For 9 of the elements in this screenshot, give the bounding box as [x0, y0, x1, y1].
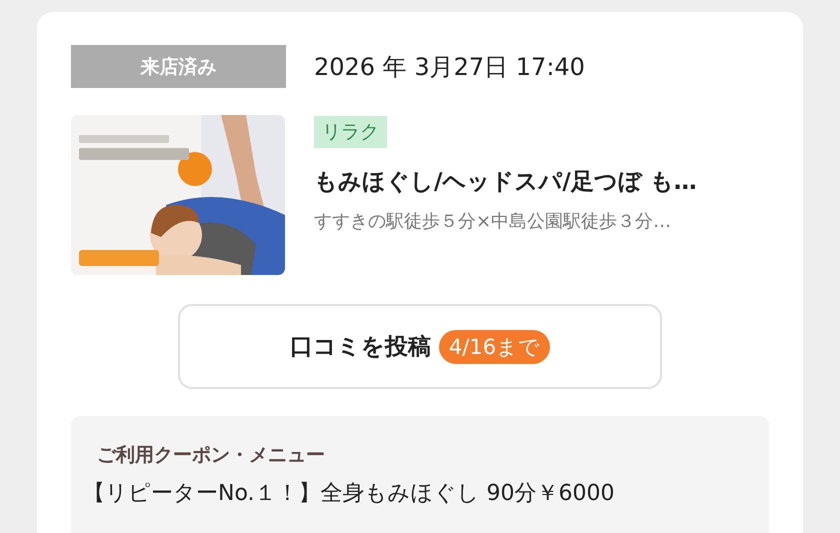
visit-status-label: 来店済み — [71, 45, 286, 88]
deadline-badge: 4/16まで — [438, 330, 550, 364]
coupon-heading: ご利用クーポン・メニュー — [96, 443, 326, 468]
genre-tag: リラク — [314, 116, 387, 148]
salon-name[interactable]: もみほぐし/ヘッドスパ/足つぼ も… — [314, 166, 697, 197]
post-review-button[interactable]: 口コミを投稿 4/16まで — [178, 304, 662, 389]
coupon-text: 【リピーターNo.１！】全身もみほぐし 90分￥6000 — [83, 480, 616, 508]
visit-datetime: 2026 年 3月27日 17:40 — [314, 52, 585, 82]
salon-access: すすきの駅徒歩５分×中島公園駅徒歩３分… — [314, 210, 672, 233]
